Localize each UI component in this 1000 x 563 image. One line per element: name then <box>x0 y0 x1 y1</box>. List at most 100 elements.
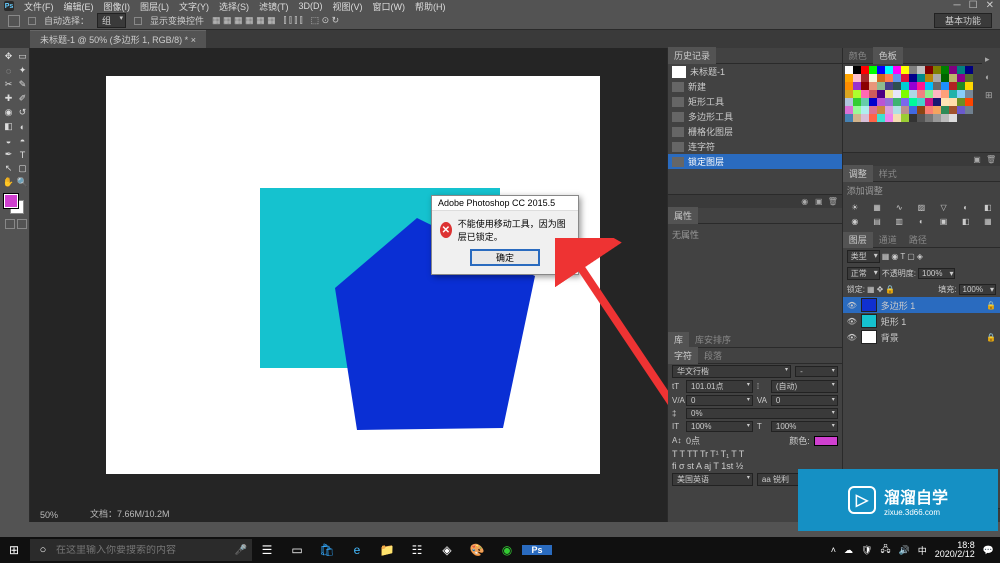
gradient-tool[interactable]: ◐ <box>16 120 29 133</box>
menu-select[interactable]: 选择(S) <box>219 0 249 13</box>
color-swatch[interactable] <box>901 74 909 82</box>
stamp-tool[interactable]: ◉ <box>2 106 15 119</box>
styles-tab[interactable]: 样式 <box>873 165 903 182</box>
color-swatch[interactable] <box>877 98 885 106</box>
layer-name[interactable]: 多边形 1 <box>881 299 916 312</box>
history-tab[interactable]: 历史记录 <box>668 47 716 64</box>
bold-button[interactable]: T <box>672 449 678 459</box>
font-style-dropdown[interactable]: - <box>795 366 838 377</box>
crop-tool[interactable]: ✂ <box>2 78 15 91</box>
filter-type[interactable]: T <box>900 252 905 261</box>
taskbar-clock[interactable]: 18:8 2020/2/12 <box>935 541 975 559</box>
new-snapshot-icon[interactable]: ▣ <box>814 197 824 207</box>
layer-thumb[interactable] <box>861 314 877 328</box>
color-swatch[interactable] <box>861 98 869 106</box>
color-swatch[interactable] <box>957 90 965 98</box>
color-swatch[interactable] <box>885 66 893 74</box>
new-swatch-icon[interactable]: ▣ <box>972 155 982 165</box>
color-swatch[interactable] <box>909 82 917 90</box>
task-view-button[interactable]: ☰ <box>252 543 282 557</box>
color-swatch[interactable] <box>861 114 869 122</box>
history-step[interactable]: 栅格化图层 <box>668 124 842 139</box>
color-swatch[interactable] <box>885 106 893 114</box>
layer-name[interactable]: 矩形 1 <box>881 315 907 328</box>
opentype-row[interactable]: fi σ st A aj T 1st ½ <box>672 461 743 471</box>
app-icon[interactable]: 🎨 <box>462 543 492 557</box>
color-swatch[interactable] <box>909 74 917 82</box>
side-panel-icon[interactable]: ⊞ <box>985 90 997 102</box>
color-swatch[interactable] <box>933 98 941 106</box>
explorer-icon[interactable]: 📁 <box>372 543 402 557</box>
tab-close-icon[interactable]: × <box>191 35 196 45</box>
visibility-toggle[interactable]: 👁 <box>847 333 857 342</box>
color-swatch[interactable] <box>941 74 949 82</box>
color-swatch[interactable] <box>957 106 965 114</box>
color-swatches[interactable] <box>2 194 29 216</box>
color-swatch[interactable] <box>901 90 909 98</box>
adj-vibrance[interactable]: ▽ <box>933 201 953 213</box>
side-panel-icon[interactable]: ◐ <box>985 72 997 84</box>
color-swatch[interactable] <box>925 82 933 90</box>
color-swatch[interactable] <box>949 114 957 122</box>
menu-edit[interactable]: 编辑(E) <box>64 0 94 13</box>
color-swatch[interactable] <box>861 82 869 90</box>
color-swatch[interactable] <box>901 106 909 114</box>
color-swatch[interactable] <box>965 98 973 106</box>
color-swatch[interactable] <box>917 98 925 106</box>
layer-item[interactable]: 👁 多边形 1 🔒 <box>843 297 1000 313</box>
color-swatch[interactable] <box>869 82 877 90</box>
color-swatch[interactable] <box>901 82 909 90</box>
lock-pixels[interactable]: ▦ <box>867 285 875 294</box>
layer-thumb[interactable] <box>861 330 877 344</box>
strike-button[interactable]: T <box>739 449 745 459</box>
move-tool-icon[interactable] <box>8 15 20 27</box>
workspace-picker[interactable]: 基本功能 <box>934 13 992 28</box>
close-button[interactable]: ✕ <box>986 0 994 11</box>
visibility-toggle[interactable]: 👁 <box>847 317 857 326</box>
color-swatch[interactable] <box>965 66 973 74</box>
adjustments-tab[interactable]: 调整 <box>843 165 873 182</box>
color-swatch[interactable] <box>933 114 941 122</box>
color-swatch[interactable] <box>909 66 917 74</box>
color-swatch[interactable] <box>917 82 925 90</box>
color-swatch[interactable] <box>941 82 949 90</box>
hand-tool[interactable]: ✋ <box>2 176 15 189</box>
color-swatch[interactable] <box>869 66 877 74</box>
color-swatch[interactable] <box>861 106 869 114</box>
color-swatch[interactable] <box>853 66 861 74</box>
wand-tool[interactable]: ✦ <box>16 64 29 77</box>
color-swatch[interactable] <box>909 98 917 106</box>
hscale-input[interactable]: 100% <box>771 421 838 432</box>
color-swatch[interactable] <box>933 74 941 82</box>
menu-filter[interactable]: 滤镜(T) <box>259 0 289 13</box>
color-swatch[interactable] <box>861 66 869 74</box>
menu-help[interactable]: 帮助(H) <box>415 0 446 13</box>
color-swatch[interactable] <box>933 90 941 98</box>
color-swatch[interactable] <box>901 66 909 74</box>
eyedropper-tool[interactable]: ✎ <box>16 78 29 91</box>
filter-pixel[interactable]: ▦ <box>882 252 890 261</box>
color-swatch[interactable] <box>885 114 893 122</box>
history-step[interactable]: 多边形工具 <box>668 109 842 124</box>
adj-curves[interactable]: ∿ <box>889 201 909 213</box>
italic-button[interactable]: T <box>680 449 686 459</box>
tray-up-icon[interactable]: ˄ <box>831 545 836 555</box>
taskbar-search[interactable]: ○ 🎤 <box>30 539 252 561</box>
history-step[interactable]: 新建 <box>668 79 842 94</box>
color-swatch[interactable] <box>893 74 901 82</box>
color-swatch[interactable] <box>949 66 957 74</box>
tray-cloud-icon[interactable]: ☁ <box>844 545 853 556</box>
color-swatch[interactable] <box>845 106 853 114</box>
color-swatch[interactable] <box>949 74 957 82</box>
notifications-icon[interactable]: 💬 <box>983 545 994 556</box>
color-swatch[interactable] <box>949 106 957 114</box>
zoom-readout[interactable]: 50% <box>40 510 58 520</box>
color-swatch[interactable] <box>885 90 893 98</box>
color-swatch[interactable] <box>941 66 949 74</box>
color-swatch[interactable] <box>845 98 853 106</box>
color-swatch[interactable] <box>965 82 973 90</box>
color-swatch[interactable] <box>949 98 957 106</box>
vscale-input[interactable]: 100% <box>686 421 753 432</box>
history-doc[interactable]: 未标题-1 <box>668 64 842 79</box>
text-color-swatch[interactable] <box>814 436 838 446</box>
